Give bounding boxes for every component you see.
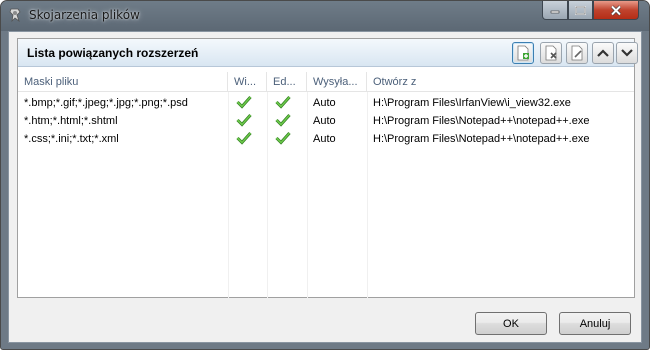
ok-button[interactable]: OK (475, 312, 547, 335)
checkmark-icon[interactable] (236, 95, 252, 109)
maximize-icon (575, 5, 586, 15)
table-row[interactable]: *.bmp;*.gif;*.jpeg;*.jpg;*.png;*.psd Aut… (18, 94, 634, 112)
cell-open-with: H:\Program Files\Notepad++\notepad++.exe (373, 115, 590, 127)
edit-button[interactable] (566, 42, 588, 64)
window-title: Skojarzenia plików (29, 8, 140, 22)
column-header-send[interactable]: Wysyła... (307, 72, 367, 92)
checkmark-icon[interactable] (236, 113, 252, 127)
table-row[interactable]: *.css;*.ini;*.txt;*.xml Auto H:\Program … (18, 130, 634, 148)
checkmark-icon[interactable] (275, 95, 291, 109)
minimize-button[interactable] (542, 1, 568, 20)
cell-open-with: H:\Program Files\IrfanView\i_view32.exe (373, 97, 571, 109)
app-icon (9, 8, 21, 23)
panel-header: Lista powiązanych rozszerzeń (18, 39, 638, 67)
column-header-masks[interactable]: Maski pliku (18, 72, 228, 92)
add-button[interactable] (512, 42, 534, 64)
cell-send: Auto (313, 133, 336, 145)
cell-masks: *.css;*.ini;*.txt;*.xml (24, 133, 119, 145)
panel-title: Lista powiązanych rozszerzeń (27, 46, 199, 60)
remove-icon (545, 45, 557, 61)
dialog-client-area: Lista powiązanych rozszerzeń Maski pliku… (8, 31, 642, 343)
checkmark-icon[interactable] (275, 131, 291, 145)
checkmark-icon[interactable] (275, 113, 291, 127)
cell-send: Auto (313, 97, 336, 109)
move-up-button[interactable] (592, 42, 614, 64)
maximize-button[interactable] (568, 1, 593, 20)
cell-send: Auto (313, 115, 336, 127)
minimize-icon (550, 10, 560, 14)
dialog-window: Skojarzenia plików Lista powiązanych roz… (0, 0, 650, 350)
column-header-edit[interactable]: Ed... (267, 72, 307, 92)
table-header: Maski pliku Wi... Ed... Wysyła... Otwórz… (18, 72, 634, 92)
cell-masks: *.bmp;*.gif;*.jpeg;*.jpg;*.png;*.psd (24, 97, 188, 109)
move-down-button[interactable] (616, 42, 638, 64)
close-button[interactable] (593, 1, 639, 20)
column-header-open-with[interactable]: Otwórz z (367, 72, 635, 92)
cancel-button[interactable]: Anuluj (559, 312, 631, 335)
add-icon (517, 45, 529, 61)
title-bar[interactable]: Skojarzenia plików (1, 1, 649, 31)
extensions-panel: Lista powiązanych rozszerzeń Maski pliku… (17, 38, 638, 298)
close-icon (610, 4, 622, 16)
remove-button[interactable] (540, 42, 562, 64)
move-down-icon (621, 49, 633, 57)
move-up-icon (597, 49, 609, 57)
column-header-view[interactable]: Wi... (228, 72, 267, 92)
cell-open-with: H:\Program Files\Notepad++\notepad++.exe (373, 133, 590, 145)
cell-masks: *.htm;*.html;*.shtml (24, 115, 118, 127)
checkmark-icon[interactable] (236, 131, 252, 145)
table-row[interactable]: *.htm;*.html;*.shtml Auto H:\Program Fil… (18, 112, 634, 130)
edit-icon (571, 45, 583, 61)
